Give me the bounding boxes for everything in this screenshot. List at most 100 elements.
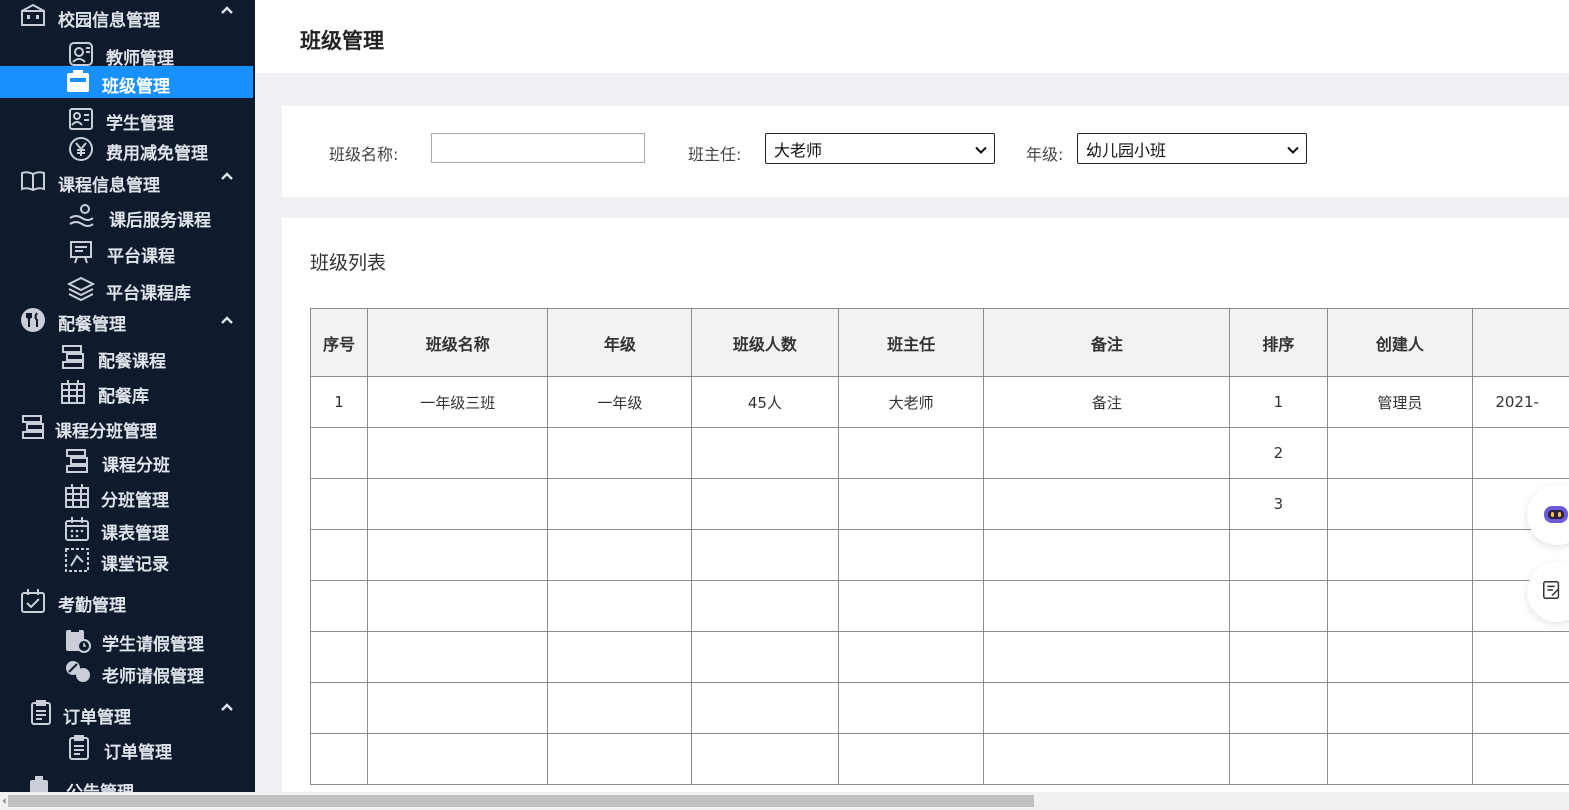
cutlery-icon (18, 305, 48, 335)
calendar-check-icon (18, 586, 48, 616)
sidebar-item-17[interactable]: 考勤管理 (0, 585, 253, 617)
document-icon (26, 698, 56, 728)
table-row (310, 631, 1569, 683)
table-cell (837, 427, 985, 479)
sidebar-item-4[interactable]: 费用减免管理 (0, 133, 253, 165)
table-cell (547, 733, 693, 785)
table-cell (366, 478, 549, 530)
sidebar-item-label: 课堂记录 (101, 555, 169, 575)
people-icon (62, 657, 92, 687)
sidebar-item-10[interactable]: 配餐课程 (0, 341, 253, 373)
teacher-select[interactable]: 大老师 (765, 133, 995, 164)
sidebar-item-label: 公告管理 (66, 778, 134, 792)
scrollbar-thumb[interactable] (8, 795, 1034, 807)
table-cell (837, 478, 985, 530)
sidebar-item-14[interactable]: 分班管理 (0, 480, 253, 512)
filter-panel: 班级名称: 班主任: 大老师 年级: 幼儿园小班 (282, 106, 1569, 197)
sidebar-item-22[interactable]: 公告管理 (0, 772, 253, 792)
table-cell (310, 427, 368, 479)
table-cell (691, 427, 839, 479)
notice-icon (24, 773, 54, 792)
table-cell: 管理员 (1326, 376, 1474, 428)
column-header: 排序 (1229, 308, 1328, 377)
sidebar-item-15[interactable]: 课表管理 (0, 513, 253, 545)
sidebar-item-21[interactable]: 订单管理 (0, 732, 253, 764)
teacher-label: 班主任: (688, 145, 742, 164)
table-cell (366, 580, 549, 632)
table-cell (691, 529, 839, 581)
sidebar-item-20[interactable]: 订单管理 (0, 697, 253, 729)
column-header: 年级 (547, 308, 693, 377)
horizontal-scrollbar[interactable] (0, 792, 1569, 810)
sidebar-item-2[interactable]: 班级管理 (0, 66, 253, 98)
sidebar-item-label: 平台课程 (107, 247, 175, 267)
sidebar-item-0[interactable]: 校园信息管理 (0, 0, 253, 32)
table-cell (366, 529, 549, 581)
table-cell (310, 478, 368, 530)
sidebar-item-18[interactable]: 学生请假管理 (0, 624, 253, 656)
sidebar-item-3[interactable]: 学生管理 (0, 103, 253, 135)
sidebar-item-6[interactable]: 课后服务课程 (0, 200, 253, 232)
class-list-panel: 班级列表 序号 班级名称 年级 班级人数 班主任 备注 排序 创建人 1 一年级三班 一年级 45人… (282, 218, 1569, 792)
class-name-input[interactable] (431, 133, 645, 163)
table-cell (837, 682, 985, 734)
table-row: 1 一年级三班 一年级 45人 大老师 备注 1 管理员 2021- (310, 376, 1569, 428)
table-cell (310, 529, 368, 581)
class-table: 序号 班级名称 年级 班级人数 班主任 备注 排序 创建人 1 一年级三班 一年级 45人 大老师 备注… (310, 308, 1569, 785)
table-cell (547, 529, 693, 581)
table-row (310, 580, 1569, 632)
table-cell (983, 529, 1231, 581)
table-cell: 45人 (691, 376, 839, 428)
chevron-up-icon[interactable] (220, 314, 234, 328)
table-cell (366, 631, 549, 683)
table-cell (837, 580, 985, 632)
teacher-icon (66, 39, 96, 69)
sidebar-item-label: 课后服务课程 (109, 211, 211, 231)
student-card-icon (66, 104, 96, 134)
table-cell: 一年级三班 (366, 376, 549, 428)
sidebar-item-5[interactable]: 课程信息管理 (0, 165, 253, 197)
yen-icon (66, 134, 96, 164)
sidebar-item-label: 分班管理 (101, 491, 169, 511)
grade-select[interactable]: 幼儿园小班 (1077, 133, 1307, 164)
table-cell (547, 631, 693, 683)
sidebar-item-12[interactable]: 课程分班管理 (0, 411, 253, 443)
sidebar-item-19[interactable]: 老师请假管理 (0, 656, 253, 688)
table-cell (1229, 529, 1328, 581)
table-cell (310, 631, 368, 683)
table-cell: 1 (1229, 376, 1328, 428)
table-row: 3 (310, 478, 1569, 530)
stack-icon (62, 446, 92, 476)
sidebar-item-9[interactable]: 配餐管理 (0, 298, 253, 342)
note-edit-icon (1541, 579, 1563, 605)
sidebar-item-label: 课程信息管理 (58, 176, 160, 196)
sidebar-item-label: 学生请假管理 (102, 635, 204, 655)
page-header: 班级管理 (255, 0, 1569, 73)
table-cell (1472, 733, 1569, 785)
table-cell (837, 529, 985, 581)
table-cell: 大老师 (837, 376, 985, 428)
class-icon (63, 67, 93, 97)
sidebar-item-label: 配餐管理 (58, 315, 126, 335)
chevron-up-icon[interactable] (220, 170, 234, 184)
sidebar-item-11[interactable]: 配餐库 (0, 376, 253, 408)
table-cell (691, 580, 839, 632)
scroll-left-icon[interactable] (0, 792, 8, 810)
sidebar-item-7[interactable]: 平台课程 (0, 236, 253, 268)
table-row (310, 529, 1569, 581)
table-cell (1472, 682, 1569, 734)
table-cell (1326, 478, 1474, 530)
table-cell: 备注 (983, 376, 1231, 428)
document-icon (64, 733, 94, 763)
column-header (1472, 308, 1569, 377)
chevron-up-icon[interactable] (220, 4, 234, 18)
sidebar: 校园信息管理 教师管理 班级管理 学生管理 费用减免管理 课程信息管理 课后服务课程 平台课程… (0, 0, 255, 792)
table-cell (1326, 427, 1474, 479)
sidebar-item-16[interactable]: 课堂记录 (0, 544, 253, 576)
table-cell (1472, 427, 1569, 479)
sidebar-item-13[interactable]: 课程分班 (0, 445, 253, 477)
chevron-up-icon[interactable] (220, 701, 234, 715)
sidebar-item-label: 配餐库 (98, 387, 149, 407)
board-icon (66, 237, 96, 267)
sidebar-item-label: 费用减免管理 (106, 144, 208, 164)
